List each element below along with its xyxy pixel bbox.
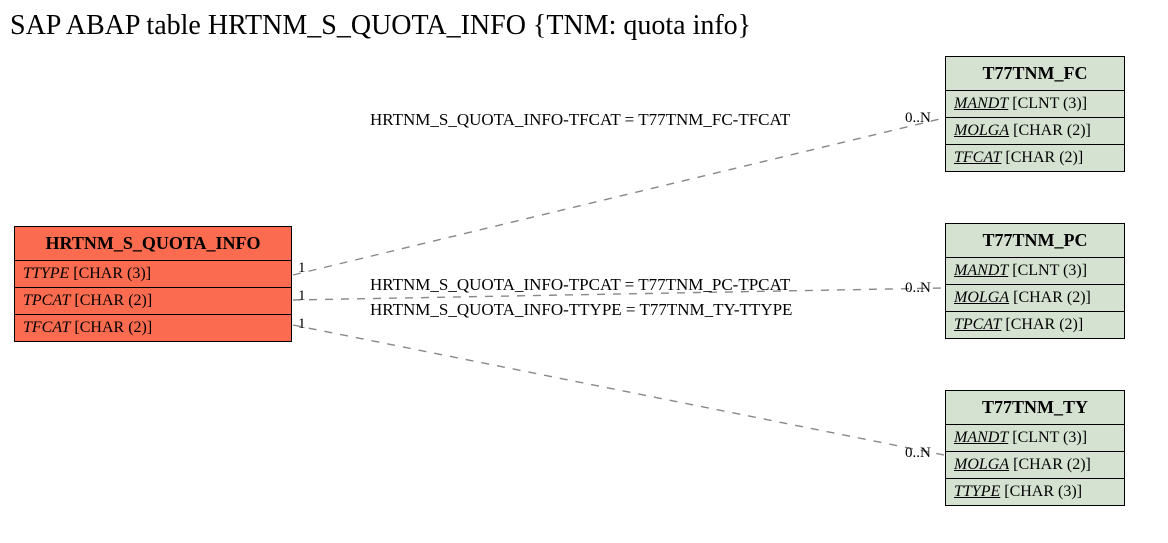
field-type: [CLNT (3)]: [1012, 429, 1087, 446]
field-type: [CHAR (2)]: [1013, 289, 1091, 306]
cardinality-left-pc: 1: [298, 288, 306, 305]
entity-t77tnm-fc: T77TNM_FC MANDT [CLNT (3)] MOLGA [CHAR (…: [945, 56, 1125, 172]
entity-field-row: MANDT [CLNT (3)]: [946, 258, 1124, 285]
entity-header: HRTNM_S_QUOTA_INFO: [15, 227, 291, 261]
entity-t77tnm-pc: T77TNM_PC MANDT [CLNT (3)] MOLGA [CHAR (…: [945, 223, 1125, 339]
entity-field-row: TPCAT [CHAR (2)]: [15, 288, 291, 315]
entity-hrtnm-s-quota-info: HRTNM_S_QUOTA_INFO TTYPE [CHAR (3)] TPCA…: [14, 226, 292, 342]
field-type: [CHAR (2)]: [1005, 149, 1083, 166]
field-name: TPCAT: [954, 316, 1001, 333]
field-name: TPCAT: [23, 292, 70, 309]
field-type: [CHAR (2)]: [1013, 122, 1091, 139]
field-name: TFCAT: [23, 319, 70, 336]
field-name: MOLGA: [954, 289, 1009, 306]
entity-field-row: MOLGA [CHAR (2)]: [946, 118, 1124, 145]
field-name: TTYPE: [23, 265, 69, 282]
field-type: [CHAR (2)]: [74, 319, 152, 336]
field-type: [CHAR (3)]: [1004, 483, 1082, 500]
field-name: MANDT: [954, 95, 1008, 112]
field-type: [CLNT (3)]: [1012, 262, 1087, 279]
page-title: SAP ABAP table HRTNM_S_QUOTA_INFO {TNM: …: [10, 10, 751, 42]
entity-header: T77TNM_PC: [946, 224, 1124, 258]
entity-t77tnm-ty: T77TNM_TY MANDT [CLNT (3)] MOLGA [CHAR (…: [945, 390, 1125, 506]
entity-field-row: TFCAT [CHAR (2)]: [15, 315, 291, 341]
entity-field-row: MOLGA [CHAR (2)]: [946, 452, 1124, 479]
field-type: [CHAR (2)]: [1005, 316, 1083, 333]
field-name: TFCAT: [954, 149, 1001, 166]
entity-header: T77TNM_TY: [946, 391, 1124, 425]
entity-field-row: MOLGA [CHAR (2)]: [946, 285, 1124, 312]
entity-field-row: TPCAT [CHAR (2)]: [946, 312, 1124, 338]
field-name: MANDT: [954, 429, 1008, 446]
cardinality-right-fc: 0..N: [905, 110, 931, 127]
cardinality-right-pc: 0..N: [905, 280, 931, 297]
relation-label-fc: HRTNM_S_QUOTA_INFO-TFCAT = T77TNM_FC-TFC…: [370, 110, 790, 130]
entity-field-row: MANDT [CLNT (3)]: [946, 425, 1124, 452]
field-type: [CHAR (3)]: [73, 265, 151, 282]
field-name: MOLGA: [954, 456, 1009, 473]
cardinality-right-ty: 0..N: [905, 445, 931, 462]
relation-label-ty: HRTNM_S_QUOTA_INFO-TTYPE = T77TNM_TY-TTY…: [370, 300, 792, 320]
cardinality-left-ty: 1: [298, 316, 306, 333]
field-type: [CLNT (3)]: [1012, 95, 1087, 112]
entity-field-row: TTYPE [CHAR (3)]: [946, 479, 1124, 505]
field-name: MANDT: [954, 262, 1008, 279]
field-type: [CHAR (2)]: [1013, 456, 1091, 473]
cardinality-left-fc: 1: [298, 260, 306, 277]
entity-header: T77TNM_FC: [946, 57, 1124, 91]
field-type: [CHAR (2)]: [74, 292, 152, 309]
diagram-stage: SAP ABAP table HRTNM_S_QUOTA_INFO {TNM: …: [0, 0, 1168, 543]
relation-label-pc: HRTNM_S_QUOTA_INFO-TPCAT = T77TNM_PC-TPC…: [370, 275, 790, 295]
field-name: MOLGA: [954, 122, 1009, 139]
entity-field-row: TFCAT [CHAR (2)]: [946, 145, 1124, 171]
entity-field-row: TTYPE [CHAR (3)]: [15, 261, 291, 288]
field-name: TTYPE: [954, 483, 1000, 500]
entity-field-row: MANDT [CLNT (3)]: [946, 91, 1124, 118]
